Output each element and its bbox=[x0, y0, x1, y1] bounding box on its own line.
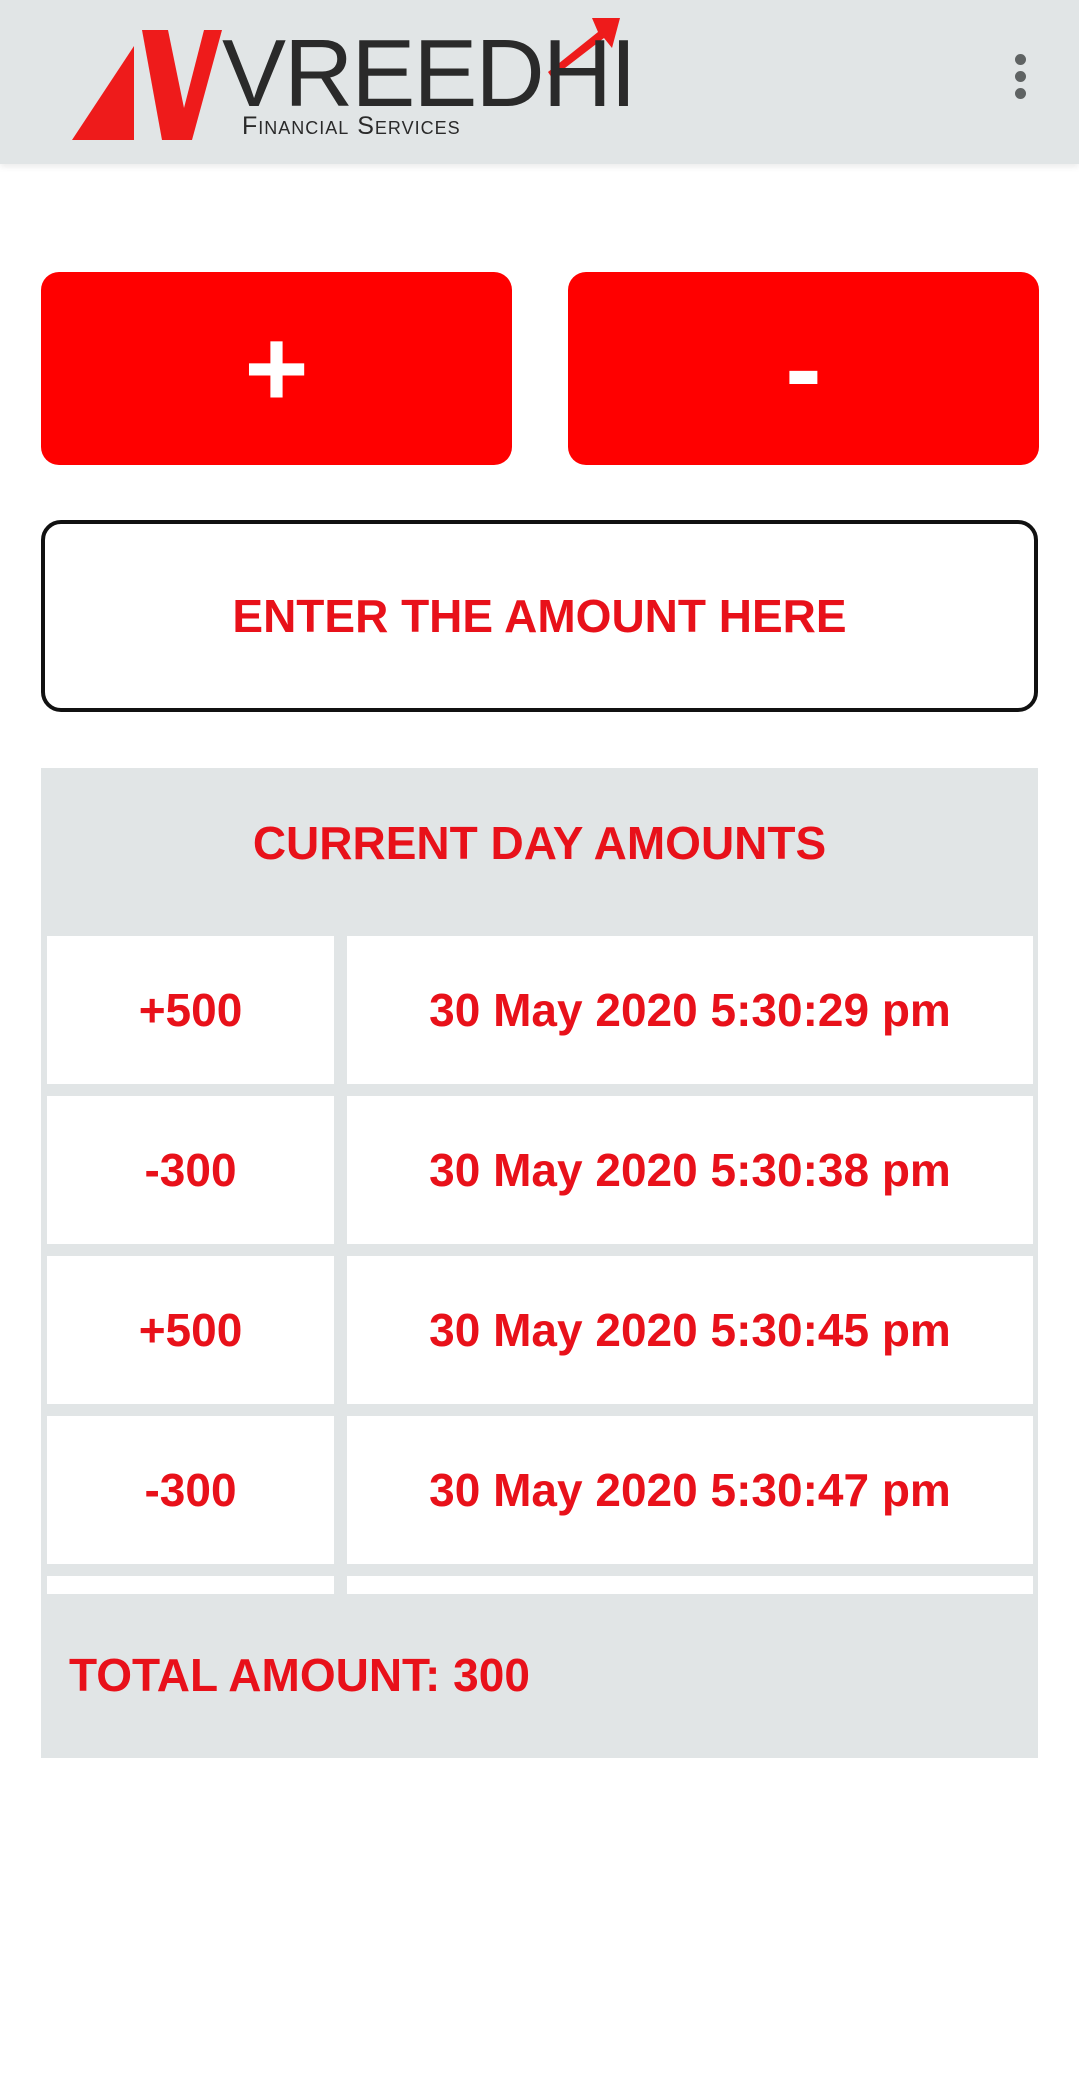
entry-timestamp: 30 May 2020 5:30:29 pm bbox=[347, 936, 1033, 1084]
amount-input[interactable] bbox=[45, 588, 1034, 644]
entry-timestamp: 30 May 2020 5:30:45 pm bbox=[347, 1256, 1033, 1404]
overflow-menu-button[interactable] bbox=[992, 44, 1048, 108]
list-item: +500 30 May 2020 5:30:29 pm bbox=[41, 936, 1038, 1084]
app-toolbar: VREEDHI Financial Services bbox=[0, 0, 1079, 164]
list-item: +500 30 May 2020 5:30:45 pm bbox=[41, 1256, 1038, 1404]
entry-amount: -300 bbox=[47, 1416, 334, 1564]
list-item: -300 30 May 2020 5:30:47 pm bbox=[41, 1416, 1038, 1564]
logo-wordmark: VREEDHI bbox=[222, 20, 637, 127]
app-screen: VREEDHI Financial Services + - CURRENT D… bbox=[0, 0, 1079, 2091]
entry-amount: -300 bbox=[47, 1096, 334, 1244]
panel-title: CURRENT DAY AMOUNTS bbox=[252, 817, 827, 869]
more-vert-icon-dot bbox=[1014, 87, 1026, 99]
add-amount-button[interactable]: + bbox=[41, 272, 512, 465]
subtract-amount-button[interactable]: - bbox=[568, 272, 1039, 465]
vreedhi-logo: VREEDHI Financial Services bbox=[72, 18, 637, 148]
more-vert-icon bbox=[1014, 53, 1026, 65]
entry-amount: +500 bbox=[47, 936, 334, 1084]
current-day-amounts-panel: CURRENT DAY AMOUNTS +500 30 May 2020 5:3… bbox=[41, 768, 1038, 1758]
total-amount-bar: TOTAL AMOUNT: 300 bbox=[41, 1594, 1038, 1758]
logo-subtitle: Financial Services bbox=[242, 112, 461, 140]
more-vert-icon-dot bbox=[1014, 70, 1026, 82]
entry-amount: +500 bbox=[47, 1256, 334, 1404]
total-amount-label: TOTAL AMOUNT: 300 bbox=[69, 1649, 530, 1701]
list-item: -300 30 May 2020 5:30:38 pm bbox=[41, 1096, 1038, 1244]
entry-timestamp: 30 May 2020 5:30:47 pm bbox=[347, 1416, 1033, 1564]
amount-field-container bbox=[41, 520, 1038, 712]
entry-timestamp: 30 May 2020 5:30:38 pm bbox=[347, 1096, 1033, 1244]
